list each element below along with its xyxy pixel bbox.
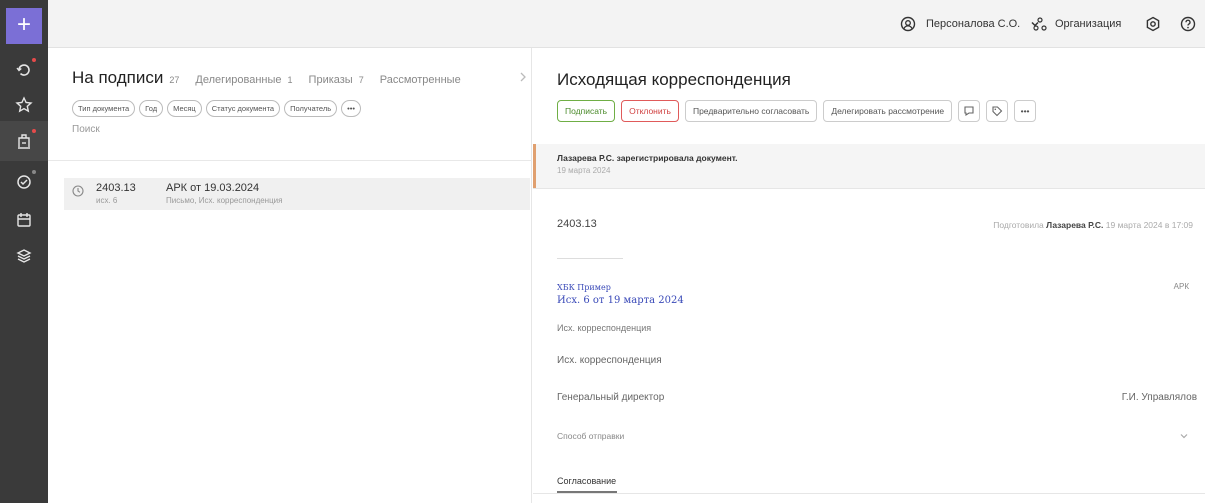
list-tabs: На подписи 27 Делегированные 1 Приказы 7… [72,68,461,88]
document-detail-pane: Исходящая корреспонденция Подписать Откл… [533,48,1205,503]
help-icon[interactable] [1180,0,1196,48]
user-name: Персоналова С.О. [926,18,1021,30]
filter-chips: Тип документа Год Месяц Статус документа… [72,100,361,117]
organization-label: Организация [1055,18,1122,30]
tab-approval[interactable]: Согласование [557,476,616,486]
prepared-date: 19 марта 2024 в 17:09 [1105,220,1193,230]
divider [48,160,532,161]
top-bar: Персоналова С.О. Организация [48,0,1205,48]
notification-dot [32,58,36,62]
sign-button[interactable]: Подписать [557,100,616,122]
doc-number: 2403.13 [96,182,136,194]
delegate-button[interactable]: Делегировать рассмотрение [823,100,953,122]
circle-check-icon[interactable] [12,170,36,194]
user-avatar-icon [900,16,916,32]
list-item[interactable]: 2403.13 исх. 6 АРК от 19.03.2024 Письмо,… [64,178,530,210]
signer-position: Генеральный директор [557,392,665,403]
clock-icon [72,184,84,202]
signer-name: Г.И. Управлялов [1121,392,1197,403]
tag-button[interactable] [986,100,1009,122]
comment-icon [964,106,974,117]
action-toolbar: Подписать Отклонить Предварительно согла… [557,100,1037,122]
star-icon[interactable] [12,93,36,117]
correspondent-name: ХБК Пример [557,283,611,292]
correspondent-block: ХБК Пример Исх. 6 от 19 марта 2024 [557,283,684,306]
tab-on-signature[interactable]: На подписи [72,68,163,88]
chevron-down-icon[interactable] [1179,428,1189,446]
prepared-info: Подготовила Лазарева Р.С. 19 марта 2024 … [993,220,1193,230]
history-text: Лазарева Р.С. зарегистрировала документ. [557,153,738,163]
prepared-prefix: Подготовила [993,220,1044,230]
document-sign-icon[interactable] [12,129,36,153]
doc-kind-field: Исх. корреспонденция [557,355,662,366]
filter-month[interactable]: Месяц [167,100,202,117]
page-title: Исходящая корреспонденция [557,70,791,89]
doc-outgoing-number: исх. 6 [96,196,118,205]
doc-title: АРК от 19.03.2024 [166,182,260,194]
preapprove-button[interactable]: Предварительно согласовать [684,100,818,122]
filter-doc-type[interactable]: Тип документа [72,100,136,117]
tab-reviewed[interactable]: Рассмотренные [380,74,461,86]
tab-orders-count: 7 [358,75,364,85]
filter-year[interactable]: Год [139,100,164,117]
notification-dot [32,129,36,133]
tab-delegated[interactable]: Делегированные [195,74,281,86]
tab-orders[interactable]: Приказы [309,74,353,86]
outgoing-reference: Исх. 6 от 19 марта 2024 [557,295,684,306]
doc-description: Письмо, Исх. корреспонденция [166,196,283,205]
prepared-by: Лазарева Р.С. [1046,220,1104,230]
layers-icon[interactable] [12,244,36,268]
reject-button[interactable]: Отклонить [621,100,679,122]
chevron-right-icon[interactable] [519,72,527,85]
comment-button[interactable] [958,100,981,122]
document-list-pane: На подписи 27 Делегированные 1 Приказы 7… [48,48,532,503]
registration-number: 2403.13 [557,218,597,230]
tab-delegated-count: 1 [287,75,293,85]
divider [533,493,1205,494]
history-date: 19 марта 2024 [557,166,611,175]
organization-menu[interactable]: Организация [1033,0,1121,48]
history-entry: Лазарева Р.С. зарегистрировала документ.… [533,144,1205,188]
history-icon[interactable] [12,58,36,82]
organization-icon [1033,17,1047,31]
divider [557,258,623,259]
notification-dot [32,170,36,174]
user-menu[interactable]: Персоналова С.О. [900,0,1040,48]
recipient-short: АРК [1173,282,1189,291]
tag-icon [992,106,1003,117]
plus-icon[interactable]: + [6,8,42,44]
filter-doc-status[interactable]: Статус документа [205,100,281,117]
filter-more[interactable]: ••• [341,100,361,117]
delivery-method-select[interactable]: Способ отправки [557,431,624,441]
doc-type-field: Исх. корреспонденция [557,323,652,333]
settings-icon[interactable] [1145,0,1161,48]
left-rail: + [0,0,48,503]
search-input[interactable]: Поиск [72,124,100,135]
tab-on-signature-count: 27 [169,75,180,85]
calendar-icon[interactable] [12,208,36,232]
filter-recipient[interactable]: Получатель [284,100,338,117]
divider [533,188,1205,189]
more-button[interactable]: ••• [1014,100,1037,122]
